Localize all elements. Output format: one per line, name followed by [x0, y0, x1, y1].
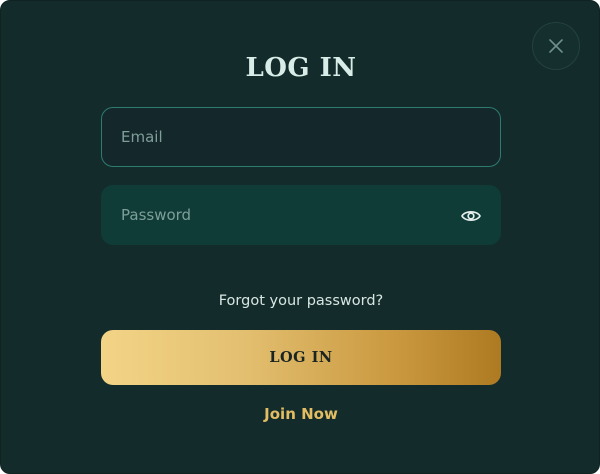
password-field-container — [101, 185, 501, 245]
email-input[interactable] — [102, 108, 500, 166]
show-password-toggle[interactable] — [460, 205, 482, 227]
login-modal: LOG IN Forgot your password? LOG IN Join… — [0, 0, 600, 474]
eye-icon — [461, 211, 481, 221]
modal-title: LOG IN — [245, 53, 357, 83]
forgot-password-link[interactable]: Forgot your password? — [1, 291, 600, 311]
join-now-link[interactable]: Join Now — [1, 404, 600, 424]
login-button[interactable]: LOG IN — [101, 330, 501, 385]
password-input[interactable] — [102, 186, 500, 244]
email-field-container — [101, 107, 501, 167]
